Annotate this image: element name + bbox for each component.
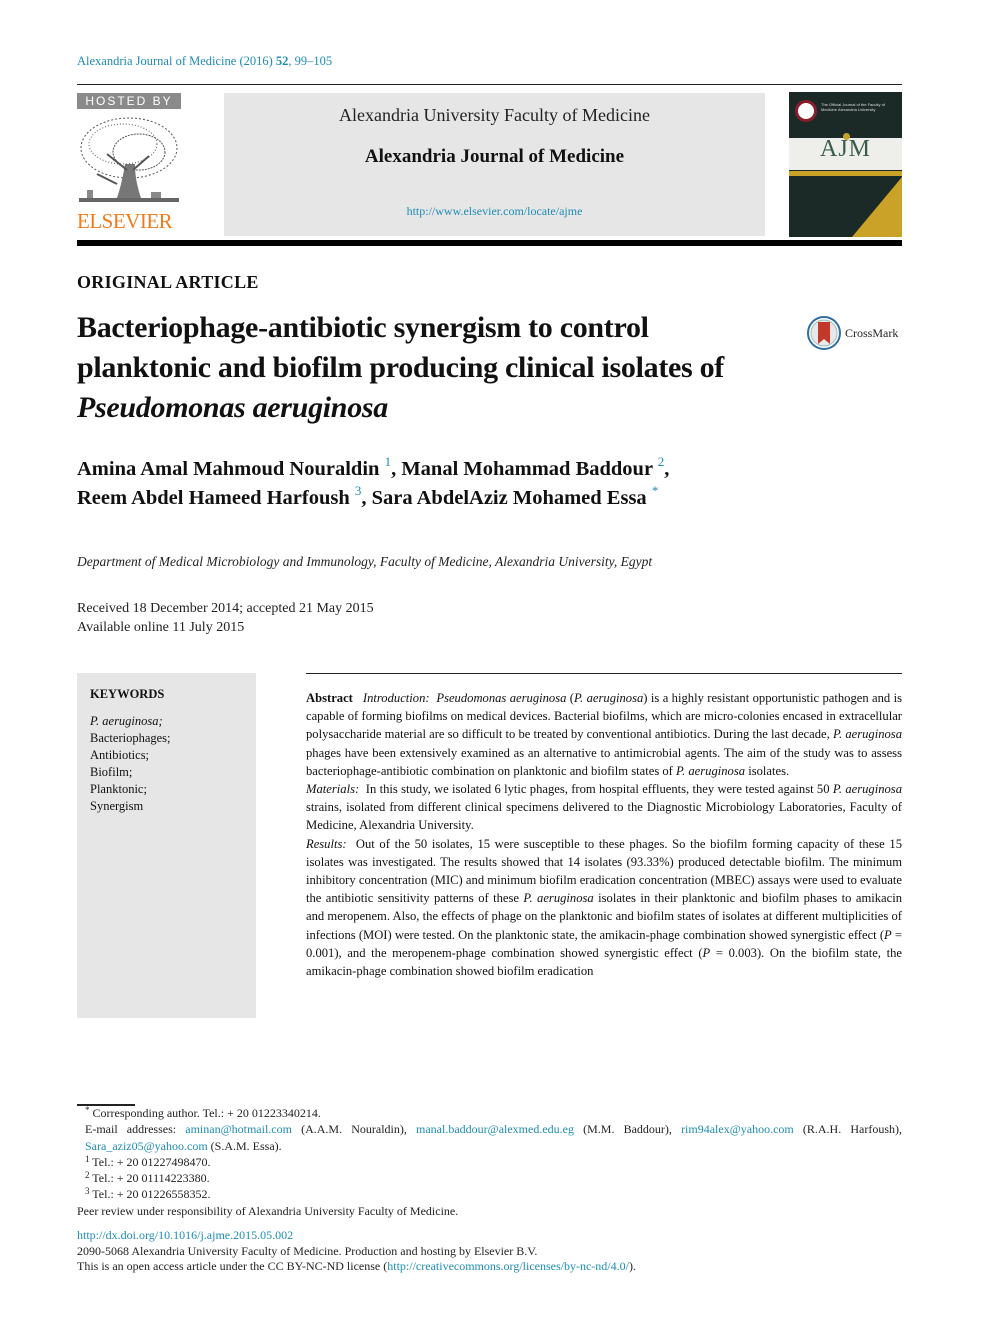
received-date: Received 18 December 2014; accepted 21 M… [77,601,374,616]
email-owner: (M.M. Baddour), [574,1122,682,1137]
article-type-label: ORIGINAL ARTICLE [77,272,259,292]
author-name: Manal Mohammad Baddour [401,458,653,480]
corresponding-author-mark[interactable]: * [652,483,659,498]
keyword-item: Biofilm; [90,765,133,779]
footnote-mark: 3 [85,1186,90,1197]
title-line-2: planktonic and biofilm producing clinica… [77,351,724,384]
phone-note: 3 Tel.: + 20 01226558352. [77,1186,902,1202]
author-separator: , [391,458,402,480]
cover-seal-icon [795,100,817,122]
email-owner: (R.A.H. Harfoush), [793,1122,902,1137]
journal-banner: Alexandria University Faculty of Medicin… [224,93,765,236]
abstract-materials: Materials: In this study, we isolated 6 … [306,780,902,835]
email-owner: (A.A.M. Nouraldin), [291,1122,416,1137]
citation-pages: , 99–105 [288,54,333,68]
footnote-mark: * [85,1105,90,1115]
intro-text: phages have been extensively examined as… [306,745,902,778]
results-label: Results: [306,836,347,851]
citation-journal: Alexandria Journal of Medicine (2016) [77,54,273,68]
cover-abbrev: AJM [819,136,871,162]
article-dates: Received 18 December 2014; accepted 21 M… [77,599,374,637]
available-date: Available online 11 July 2015 [77,620,245,635]
abstract: Abstract Introduction: Pseudomonas aerugi… [306,689,902,980]
abstract-results: Results: Out of the 50 isolates, 15 were… [306,835,902,981]
citation-volume: 52 [275,54,289,68]
abstract-label: Abstract [306,691,353,705]
footnote-text: Tel.: + 20 01227498470. [92,1154,211,1169]
abstract-rule [306,673,902,674]
title-line-3: Pseudomonas aeruginosa [77,391,388,424]
email-link[interactable]: rim94alex@yahoo.com [681,1122,794,1136]
header-rule-bottom [77,240,902,246]
materials-text: strains, isolated from different clinica… [306,800,902,833]
keywords-box: KEYWORDS P. aeruginosa; Bacteriophages; … [77,673,256,1018]
author-name: Sara AbdelAziz Mohamed Essa [371,487,647,509]
email-addresses: E-mail addresses: aminan@hotmail.com (A.… [77,1121,902,1154]
journal-url-link[interactable]: http://www.elsevier.com/locate/ajme [224,204,765,219]
journal-university: Alexandria University Faculty of Medicin… [339,105,650,125]
footnote-text: Tel.: + 20 01114223380. [92,1171,210,1186]
corresponding-author-note: * Corresponding author. Tel.: + 20 01223… [77,1105,902,1121]
keyword-item: Synergism [90,799,144,813]
species-abbr: P. aeruginosa [574,691,644,705]
cover-gold-triangle [852,177,902,237]
p-value-symbol: P [884,927,892,942]
intro-label: Introduction: [362,691,430,705]
species-name: Pseudomonas aeruginosa [436,691,567,705]
footnote-text: Corresponding author. Tel.: + 20 0122334… [92,1106,321,1120]
keyword-item: P. aeruginosa; [90,714,163,728]
title-line-1: Bacteriophage-antibiotic synergism to co… [77,311,649,344]
footnotes: * Corresponding author. Tel.: + 20 01223… [77,1105,902,1203]
elsevier-wordmark[interactable]: ELSEVIER [77,208,183,234]
cover-tagline: The Official Journal of the Faculty of M… [821,102,885,112]
materials-text: In this study, we isolated 6 lytic phage… [365,782,833,797]
species-abbr: P. aeruginosa [523,891,594,906]
author-name: Reem Abdel Hameed Harfoush [77,487,350,509]
author-list: Amina Amal Mahmoud Nouraldin 1, Manal Mo… [77,455,837,513]
doi-link[interactable]: http://dx.doi.org/10.1016/j.ajme.2015.05… [77,1228,293,1243]
header-rule-top [77,84,902,85]
email-link[interactable]: Sara_aziz05@yahoo.com [85,1139,208,1153]
author-separator: , [664,458,670,480]
license-link[interactable]: http://creativecommons.org/licenses/by-n… [387,1259,629,1273]
keywords-heading: KEYWORDS [90,687,165,701]
keyword-item: Planktonic; [90,782,147,796]
keyword-item: Bacteriophages; [90,731,171,745]
cover-gold-stripe [789,171,902,176]
email-link[interactable]: aminan@hotmail.com [185,1122,292,1136]
author-separator: , [361,487,372,509]
abstract-introduction: Abstract Introduction: Pseudomonas aerugi… [306,691,903,778]
footnote-mark: 1 [85,1153,90,1164]
email-label: E-mail addresses: [85,1122,186,1137]
intro-text: isolates. [745,763,790,778]
elsevier-tree-logo-icon [79,117,179,202]
footnote-mark: 2 [85,1170,90,1181]
license-text: ). [628,1259,636,1273]
keyword-item: Antibiotics; [90,748,150,762]
affiliation: Department of Medical Microbiology and I… [77,554,653,569]
article-title: Bacteriophage-antibiotic synergism to co… [77,308,797,428]
phone-note: 2 Tel.: + 20 01114223380. [77,1170,902,1186]
email-link[interactable]: manal.baddour@alexmed.edu.eg [416,1122,574,1136]
materials-label: Materials: [306,782,360,797]
crossmark-icon [807,316,841,350]
footnote-text: Tel.: + 20 01226558352. [92,1187,211,1202]
crossmark-label: CrossMark [845,325,899,340]
journal-citation[interactable]: Alexandria Journal of Medicine (2016) 52… [77,54,332,69]
journal-name: Alexandria Journal of Medicine [364,146,625,167]
peer-review-note: Peer review under responsibility of Alex… [77,1204,459,1218]
author-name: Amina Amal Mahmoud Nouraldin [77,458,380,480]
issn-copyright: 2090-5068 Alexandria University Faculty … [77,1244,538,1258]
hosted-by-label: HOSTED BY [77,93,181,109]
species-abbr: P. aeruginosa [832,727,902,742]
email-owner: (S.A.M. Essa). [207,1138,282,1153]
species-abbr: P. aeruginosa [832,782,903,797]
keywords-list: P. aeruginosa; Bacteriophages; Antibioti… [90,713,171,815]
species-abbr: P. aeruginosa [676,763,746,778]
license-text: This is an open access article under the… [77,1259,388,1273]
crossmark-button[interactable]: CrossMark [807,316,898,350]
license-note: This is an open access article under the… [77,1259,636,1274]
phone-note: 1 Tel.: + 20 01227498470. [77,1154,902,1170]
journal-cover-image[interactable]: The Official Journal of the Faculty of M… [789,92,902,237]
